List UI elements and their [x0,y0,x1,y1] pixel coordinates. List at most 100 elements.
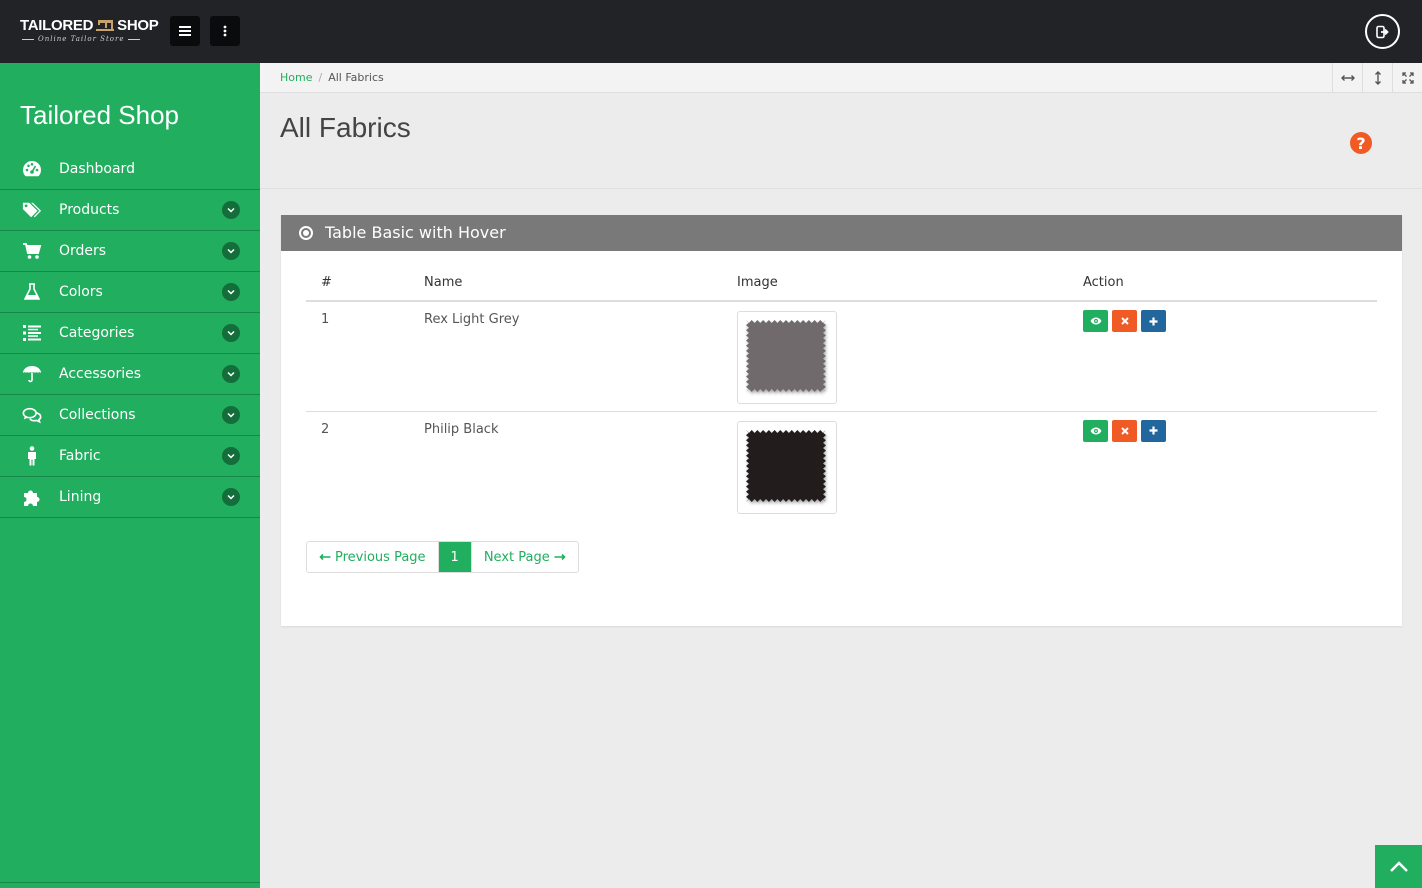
panel-header: Table Basic with Hover [281,215,1402,251]
row-actions [1083,419,1377,442]
sidebar-item-categories[interactable]: Categories [0,312,260,353]
chevron-down-icon [222,447,240,465]
close-icon [1120,317,1129,325]
vertical-dots-icon [223,25,227,37]
add-button[interactable] [1141,419,1166,442]
logo-tagline: Online Tailor Store [21,35,142,43]
arrow-left-icon [319,553,331,561]
previous-page-label: Previous Page [335,549,426,565]
view-button[interactable] [1083,419,1108,442]
table-row[interactable]: 2 Philip Black [306,411,1377,521]
breadcrumb: Home / All Fabrics [280,71,384,84]
list-icon [22,323,42,343]
sidebar-item-label: Lining [59,489,102,505]
sidebar-toggle-button[interactable] [170,16,200,46]
fullscreen-button[interactable] [1392,63,1422,93]
puzzle-icon [22,487,42,507]
sidebar: Tailored Shop Dashboard Products Orders … [0,63,260,888]
row-name: Philip Black [424,421,499,437]
sidebar-item-label: Collections [59,407,136,423]
eye-icon [1090,317,1101,325]
column-header-name: Name [424,271,737,302]
top-bar: TAILORED SHOP Online Tailor Store [0,0,1422,63]
breadcrumb-bar: Home / All Fabrics [260,63,1422,93]
question-circle-icon: ? [1356,133,1366,153]
fabric-thumbnail[interactable] [737,311,837,404]
column-header-index: # [306,271,424,302]
breadcrumb-home-link[interactable]: Home [280,71,312,84]
plus-icon [1149,317,1158,325]
fullscreen-icon [1401,72,1414,84]
dashboard-icon [22,159,42,179]
page-title: All Fabrics [280,112,411,143]
chevron-down-icon [222,365,240,383]
fabrics-table: # Name Image Action 1 Rex Light Grey 2 P… [306,271,1377,521]
sidebar-item-label: Categories [59,325,135,341]
page-1-button[interactable]: 1 [437,542,471,572]
sidebar-brand: Tailored Shop [20,100,179,130]
sidebar-item-label: Accessories [59,366,142,382]
row-actions [1083,310,1377,332]
chevron-up-icon [1389,860,1408,872]
sidebar-item-label: Dashboard [59,161,135,177]
cart-icon [22,241,42,261]
column-header-image: Image [737,271,1083,302]
sidebar-item-orders[interactable]: Orders [0,230,260,271]
fabrics-panel: Table Basic with Hover # Name Image Acti… [281,215,1402,626]
chevron-down-icon [222,201,240,219]
scroll-to-top-button[interactable] [1375,845,1422,888]
expand-vertical-button[interactable] [1362,63,1392,93]
expand-horizontal-button[interactable] [1332,63,1362,93]
view-button[interactable] [1083,310,1108,332]
next-page-label: Next Page [483,549,550,565]
next-page-button[interactable]: Next Page [470,542,578,572]
logo[interactable]: TAILORED SHOP Online Tailor Store [20,14,160,48]
sewing-machine-icon [96,20,115,31]
table-row[interactable]: 1 Rex Light Grey [306,301,1377,412]
sidebar-item-label: Products [59,202,120,218]
page-header: All Fabrics ? [260,94,1422,189]
breadcrumb-current: All Fabrics [328,71,384,84]
close-icon [1120,426,1129,435]
chevron-down-icon [222,324,240,342]
flask-icon [22,282,42,302]
arrow-right-icon [554,553,566,561]
eye-icon [1090,427,1101,434]
chevron-down-icon [222,488,240,506]
sidebar-item-label: Fabric [59,448,101,464]
chevron-down-icon [222,283,240,301]
fabric-swatch [746,429,826,502]
sidebar-item-fabric[interactable]: Fabric [0,435,260,476]
sidebar-item-accessories[interactable]: Accessories [0,353,260,394]
fabric-swatch [746,320,826,392]
sidebar-item-dashboard[interactable]: Dashboard [0,149,260,189]
sidebar-item-colors[interactable]: Colors [0,271,260,312]
logout-button[interactable] [1365,14,1400,49]
panel-title: Table Basic with Hover [325,223,506,242]
table-header-row: # Name Image Action [306,271,1377,302]
layout-tools [1332,63,1422,93]
delete-button[interactable] [1112,310,1137,332]
hamburger-icon [179,26,191,36]
pagination: Previous Page 1 Next Page [306,541,579,573]
sidebar-menu: Dashboard Products Orders Colors Categor… [0,149,260,518]
arrows-horizontal-icon [1340,75,1355,81]
row-index: 2 [321,421,330,437]
chevron-down-icon [222,242,240,260]
sidebar-item-collections[interactable]: Collections [0,394,260,435]
row-name: Rex Light Grey [424,301,737,412]
column-header-action: Action [1083,271,1377,302]
sidebar-item-label: Orders [59,243,107,259]
chevron-down-icon [222,406,240,424]
more-options-button[interactable] [210,16,240,46]
add-button[interactable] [1141,310,1166,332]
comments-icon [22,405,42,425]
delete-button[interactable] [1112,419,1137,442]
breadcrumb-separator: / [318,71,323,84]
previous-page-button[interactable]: Previous Page [307,542,438,572]
help-button[interactable]: ? [1350,132,1372,154]
sidebar-item-lining[interactable]: Lining [0,476,260,517]
sidebar-item-products[interactable]: Products [0,189,260,230]
fabric-thumbnail[interactable] [737,420,837,514]
umbrella-icon [22,364,42,384]
